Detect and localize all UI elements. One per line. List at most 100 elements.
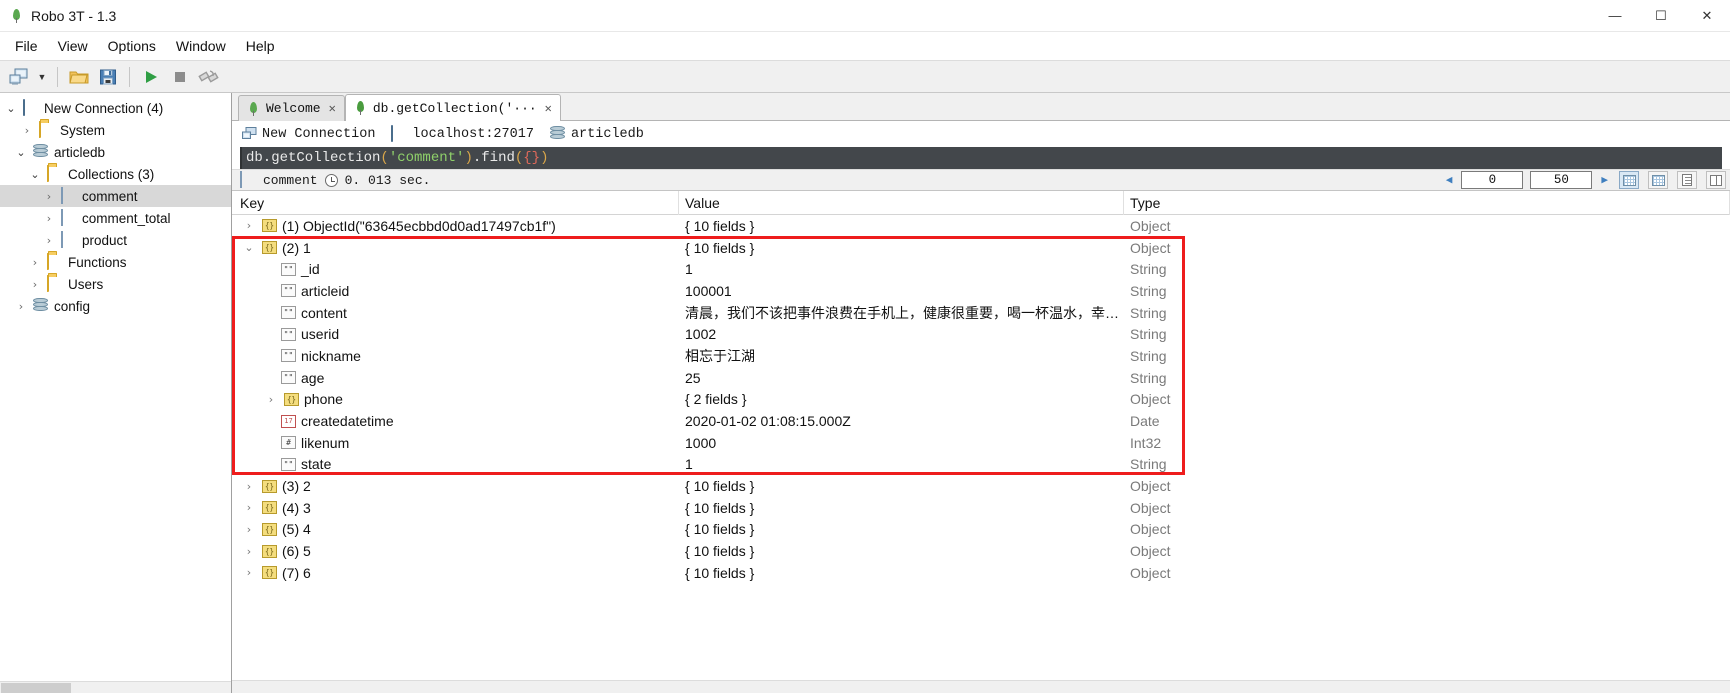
database-group[interactable]: articledb bbox=[549, 126, 644, 142]
text-view-button[interactable] bbox=[1677, 171, 1697, 189]
table-row[interactable]: › {} (6) 5 { 10 fields } Object bbox=[232, 540, 1730, 562]
tab-welcome[interactable]: Welcome ✕ bbox=[238, 95, 345, 121]
maximize-button[interactable]: ☐ bbox=[1638, 0, 1684, 32]
results-tree[interactable]: Key Value Type › {} (1) ObjectId("63645e… bbox=[232, 191, 1730, 693]
chevron-down-icon[interactable]: ⌄ bbox=[28, 168, 42, 181]
object-type-badge: {} bbox=[262, 544, 277, 558]
prev-page-button[interactable]: ◀ bbox=[1444, 173, 1455, 187]
host-group[interactable]: localhost:27017 bbox=[391, 125, 534, 142]
menu-options[interactable]: Options bbox=[99, 35, 165, 57]
chevron-right-icon[interactable]: › bbox=[20, 124, 34, 137]
sidebar-item-config[interactable]: › config bbox=[0, 295, 231, 317]
table-row[interactable]: 17 createdatetime 2020-01-02 01:08:15.00… bbox=[232, 410, 1730, 432]
chevron-down-icon[interactable]: ⌄ bbox=[14, 146, 28, 159]
database-explorer-sidebar[interactable]: ⌄ New Connection (4) › System ⌄ articled… bbox=[0, 93, 232, 693]
next-page-button[interactable]: ▶ bbox=[1599, 173, 1610, 187]
table-row[interactable]: "" _id 1 String bbox=[232, 258, 1730, 280]
chevron-down-icon[interactable]: ⌄ bbox=[241, 241, 257, 254]
table-view-button[interactable] bbox=[1648, 171, 1668, 189]
editor-and-results-pane: Welcome ✕ db.getCollection('··· ✕ New Co… bbox=[232, 93, 1730, 693]
tab-close-icon[interactable]: ✕ bbox=[545, 101, 552, 116]
sidebar-item-label: config bbox=[54, 298, 91, 314]
split-view-button[interactable] bbox=[1706, 171, 1726, 189]
table-row[interactable]: "" nickname 相忘于江湖 String bbox=[232, 345, 1730, 367]
stop-button[interactable] bbox=[167, 64, 193, 90]
menu-help[interactable]: Help bbox=[237, 35, 284, 57]
row-type-cell: String bbox=[1130, 261, 1167, 278]
sidebar-horizontal-scrollbar[interactable] bbox=[0, 681, 231, 693]
execute-button[interactable] bbox=[138, 64, 164, 90]
limit-input[interactable]: 50 bbox=[1530, 171, 1593, 189]
table-row[interactable]: "" state 1 String bbox=[232, 454, 1730, 476]
chevron-right-icon[interactable]: › bbox=[241, 523, 257, 536]
chevron-right-icon[interactable]: › bbox=[263, 393, 279, 406]
table-row[interactable]: "" userid 1002 String bbox=[232, 323, 1730, 345]
menu-file[interactable]: File bbox=[6, 35, 47, 57]
table-row[interactable]: › {} (1) ObjectId("63645ecbbd0d0ad17497c… bbox=[232, 215, 1730, 237]
object-type-badge: {} bbox=[262, 241, 277, 255]
sidebar-item-functions[interactable]: › Functions bbox=[0, 251, 231, 273]
menu-window[interactable]: Window bbox=[167, 35, 235, 57]
monitor-icon bbox=[23, 99, 39, 116]
chevron-right-icon[interactable]: › bbox=[241, 501, 257, 514]
sidebar-item-articledb[interactable]: ⌄ articledb bbox=[0, 141, 231, 163]
close-button[interactable]: ✕ bbox=[1684, 0, 1730, 32]
sidebar-item-comment[interactable]: › comment bbox=[0, 185, 231, 207]
chevron-down-icon[interactable]: ⌄ bbox=[4, 102, 18, 115]
row-value-cell: { 10 fields } bbox=[685, 217, 755, 234]
minimize-button[interactable]: — bbox=[1592, 0, 1638, 32]
sidebar-item-label: Functions bbox=[68, 254, 127, 270]
stop-icon bbox=[175, 71, 185, 82]
table-row[interactable]: "" content 清晨，我们不该把事件浪费在手机上，健康很重要，喝一杯温水，… bbox=[232, 302, 1730, 324]
connect-button[interactable] bbox=[6, 64, 32, 90]
sidebar-item-comment-total[interactable]: › comment_total bbox=[0, 207, 231, 229]
chevron-right-icon[interactable]: › bbox=[241, 566, 257, 579]
row-value-cell: { 10 fields } bbox=[685, 499, 755, 516]
sidebar-item-collections[interactable]: ⌄ Collections (3) bbox=[0, 163, 231, 185]
table-row[interactable]: "" age 25 String bbox=[232, 367, 1730, 389]
table-row[interactable]: › {} (7) 6 { 10 fields } Object bbox=[232, 562, 1730, 584]
table-row[interactable]: ⌄ {} (2) 1 { 10 fields } Object bbox=[232, 237, 1730, 259]
row-type-cell: String bbox=[1130, 456, 1167, 473]
sidebar-item-new-connection[interactable]: ⌄ New Connection (4) bbox=[0, 97, 231, 119]
chevron-right-icon[interactable]: › bbox=[42, 212, 56, 225]
chevron-right-icon[interactable]: › bbox=[241, 219, 257, 232]
explain-button[interactable] bbox=[196, 64, 222, 90]
table-row[interactable]: # likenum 1000 Int32 bbox=[232, 432, 1730, 454]
table-row[interactable]: › {} phone { 2 fields } Object bbox=[232, 389, 1730, 411]
skip-input[interactable]: 0 bbox=[1461, 171, 1524, 189]
table-row[interactable]: › {} (3) 2 { 10 fields } Object bbox=[232, 475, 1730, 497]
chevron-right-icon[interactable]: › bbox=[241, 545, 257, 558]
menu-view[interactable]: View bbox=[49, 35, 97, 57]
chevron-right-icon[interactable]: › bbox=[14, 300, 28, 313]
sidebar-item-product[interactable]: › product bbox=[0, 229, 231, 251]
table-row[interactable]: "" articleid 100001 String bbox=[232, 280, 1730, 302]
row-key-label: (1) ObjectId("63645ecbbd0d0ad17497cb1f") bbox=[282, 217, 556, 234]
tree-view-button[interactable] bbox=[1619, 171, 1639, 189]
chevron-right-icon[interactable]: › bbox=[28, 278, 42, 291]
open-script-button[interactable] bbox=[66, 64, 92, 90]
column-header-type[interactable]: Type bbox=[1124, 191, 1730, 215]
column-header-key[interactable]: Key bbox=[232, 191, 679, 215]
scrollbar-thumb[interactable] bbox=[1, 683, 71, 693]
tab-query[interactable]: db.getCollection('··· ✕ bbox=[344, 94, 561, 121]
chevron-right-icon[interactable]: › bbox=[42, 190, 56, 203]
connection-name-group[interactable]: New Connection bbox=[242, 127, 375, 142]
tab-close-icon[interactable]: ✕ bbox=[329, 101, 336, 116]
results-horizontal-scrollbar[interactable] bbox=[232, 680, 1730, 693]
query-editor[interactable]: db.getCollection ( 'comment' ) .find ( {… bbox=[240, 147, 1722, 169]
sidebar-item-system[interactable]: › System bbox=[0, 119, 231, 141]
object-type-badge: {} bbox=[284, 392, 299, 406]
chevron-right-icon[interactable]: › bbox=[241, 480, 257, 493]
column-header-value[interactable]: Value bbox=[679, 191, 1124, 215]
row-key-label: articleid bbox=[301, 282, 350, 299]
row-type-cell: String bbox=[1130, 326, 1167, 343]
table-row[interactable]: › {} (4) 3 { 10 fields } Object bbox=[232, 497, 1730, 519]
sidebar-item-users[interactable]: › Users bbox=[0, 273, 231, 295]
connect-dropdown-caret[interactable]: ▼ bbox=[35, 72, 49, 82]
chevron-right-icon[interactable]: › bbox=[42, 234, 56, 247]
save-script-button[interactable] bbox=[95, 64, 121, 90]
table-row[interactable]: › {} (5) 4 { 10 fields } Object bbox=[232, 519, 1730, 541]
chevron-right-icon[interactable]: › bbox=[28, 256, 42, 269]
row-value-cell: { 10 fields } bbox=[685, 478, 755, 495]
